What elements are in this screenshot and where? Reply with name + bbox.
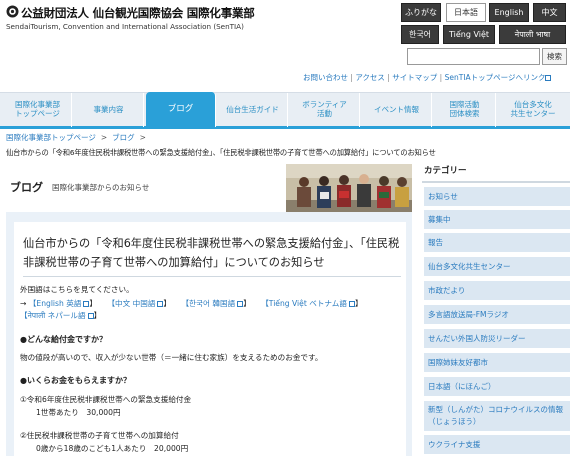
external-link-icon bbox=[545, 75, 552, 81]
lang-link-vietnamese[interactable]: 【Tiếng Việt ベトナム語 bbox=[261, 299, 347, 308]
sentia-logo-icon bbox=[6, 5, 19, 18]
external-link-icon bbox=[157, 301, 164, 307]
article-title: 仙台市からの「令和6年度住民税非課税世帯への緊急支援給付金」、「住民税非課税世帯… bbox=[23, 237, 400, 269]
category-disaster-leaders[interactable]: せんだい外国人防災リーダー bbox=[424, 329, 570, 348]
nav-item-org-search[interactable]: 国際活動 団体検索 bbox=[434, 93, 496, 127]
lang-link-nepali[interactable]: 【नेपाली ネパール語 bbox=[20, 311, 86, 320]
blog-subtitle: 国際化事業部からのお知らせ bbox=[52, 183, 150, 192]
nav-item-multicultural-center[interactable]: 仙台多文化 共生センター bbox=[498, 93, 568, 127]
category-japanese[interactable]: 日本語（にほんご） bbox=[424, 377, 570, 396]
utility-separator: | bbox=[350, 73, 353, 82]
benefit-1-title: ①令和6年度住民税非課税世帯への緊急支援給付金 bbox=[20, 395, 192, 404]
external-link-icon bbox=[237, 301, 244, 307]
category-divider bbox=[422, 181, 570, 183]
search-input[interactable] bbox=[407, 48, 540, 65]
blog-title: ブログ bbox=[10, 181, 43, 194]
nav-item-division-top[interactable]: 国際化事業部 トップページ bbox=[4, 93, 72, 127]
nav-item-blog[interactable]: ブログ bbox=[146, 92, 216, 127]
category-fm-radio[interactable]: 多言語放送局-FMラジオ bbox=[424, 305, 570, 324]
breadcrumb: 国際化事業部トップページ > ブログ > bbox=[6, 132, 151, 143]
language-links-line-1: → 【English 英語】 【中文 中国語】 【한국어 韓国語】 【Tiếng… bbox=[20, 298, 363, 309]
question-heading-1: ●どんな給付金ですか？ bbox=[20, 335, 107, 344]
benefit-2-title: ②住民税非課税世帯の子育て世帯への加算給付 bbox=[20, 431, 179, 440]
org-title[interactable]: 公益財団法人 仙台観光国際協会 国際化事業部 bbox=[21, 5, 255, 21]
nav-item-living-guide[interactable]: 仙台生活ガイド bbox=[218, 93, 288, 127]
lang-nepali-button[interactable]: नेपाली भाषा bbox=[499, 25, 566, 44]
access-link[interactable]: アクセス bbox=[355, 73, 385, 82]
category-heading: カテゴリー bbox=[424, 166, 467, 176]
foreign-language-intro: 外国語はこちらを見てください。 bbox=[20, 285, 134, 294]
category-ukraine-support[interactable]: ウクライナ支援 bbox=[424, 435, 570, 454]
lang-furigana-button[interactable]: ふりがな bbox=[401, 3, 441, 22]
language-links-line-2: 【नेपाली ネパール語】 bbox=[20, 310, 101, 321]
bracket-close: 】 bbox=[93, 311, 102, 320]
answer-1: 物の値段が高いので、収入が少ない世帯（＝一緒に住む家族）を支えるためのお金です。 bbox=[20, 353, 323, 362]
bracket-close: 】 bbox=[354, 299, 363, 308]
arrow: → bbox=[20, 299, 27, 308]
external-link-icon bbox=[348, 301, 355, 307]
breadcrumb-separator: > bbox=[139, 133, 146, 142]
lang-link-chinese[interactable]: 【中文 中国語 bbox=[107, 299, 155, 308]
category-city-news[interactable]: 市政だより bbox=[424, 281, 570, 300]
sitemap-link[interactable]: サイトマップ bbox=[392, 73, 437, 82]
bracket-close: 】 bbox=[243, 299, 251, 308]
lang-japanese-button[interactable]: 日本語 bbox=[446, 3, 486, 22]
lang-chinese-button[interactable]: 中文 bbox=[533, 3, 566, 22]
breadcrumb-division-top[interactable]: 国際化事業部トップページ bbox=[6, 133, 96, 142]
org-subtitle: SendaiTourism, Convention and Internatio… bbox=[6, 22, 244, 31]
breadcrumb-separator: > bbox=[100, 133, 108, 142]
lang-english-button[interactable]: English bbox=[489, 3, 529, 22]
bracket-close: 】 bbox=[163, 299, 172, 308]
lang-link-english[interactable]: 【English 英語 bbox=[29, 299, 82, 308]
nav-item-volunteer[interactable]: ボランティア 活動 bbox=[290, 93, 360, 127]
utility-links: お問い合わせ | アクセス | サイトマップ | SenTIAトップページへリン… bbox=[303, 72, 565, 83]
external-link-icon bbox=[87, 313, 94, 319]
category-multicultural-center[interactable]: 仙台多文化共生センター bbox=[424, 257, 570, 276]
sentia-top-link[interactable]: SenTIAトップページへリンク bbox=[445, 73, 546, 82]
category-reports[interactable]: 報告 bbox=[424, 233, 570, 252]
category-covid[interactable]: 新型（しんがた）コロナウイルスの情報（じょうほう） bbox=[424, 401, 570, 431]
header-photo bbox=[286, 164, 412, 212]
category-recruiting[interactable]: 募集中 bbox=[424, 210, 570, 229]
page-description: 仙台市からの「令和6年度住民税非課税世帯への緊急支援給付金」、「住民税非課税世帯… bbox=[6, 148, 436, 157]
breadcrumb-blog[interactable]: ブログ bbox=[112, 133, 135, 142]
bracket-close: 】 bbox=[89, 299, 98, 308]
article-divider bbox=[23, 276, 401, 277]
question-heading-2: ●いくらお金をもらえますか？ bbox=[20, 376, 131, 385]
search-button[interactable]: 検索 bbox=[542, 48, 567, 65]
utility-separator: | bbox=[439, 73, 443, 82]
lang-link-korean[interactable]: 【한국어 韓国語 bbox=[181, 299, 235, 308]
lang-korean-button[interactable]: 한국어 bbox=[401, 25, 439, 44]
nav-item-projects[interactable]: 事業内容 bbox=[74, 93, 144, 127]
external-link-icon bbox=[83, 301, 90, 307]
contact-link[interactable]: お問い合わせ bbox=[303, 73, 348, 82]
category-sister-cities[interactable]: 国際姉妹友好都市 bbox=[424, 353, 570, 372]
lang-vietnamese-button[interactable]: Tiếng Việt bbox=[443, 25, 495, 44]
utility-separator: | bbox=[387, 73, 390, 82]
benefit-2-amount: 0歳から18歳のこども1人あたり 20,000円 bbox=[36, 444, 189, 453]
main-nav: 国際化事業部 トップページ 事業内容 ブログ 仙台生活ガイド ボランティア 活動… bbox=[0, 92, 570, 129]
category-news[interactable]: お知らせ bbox=[424, 187, 570, 206]
benefit-1-amount: 1世帯あたり 30,000円 bbox=[36, 408, 121, 417]
nav-item-events[interactable]: イベント情報 bbox=[362, 93, 432, 127]
